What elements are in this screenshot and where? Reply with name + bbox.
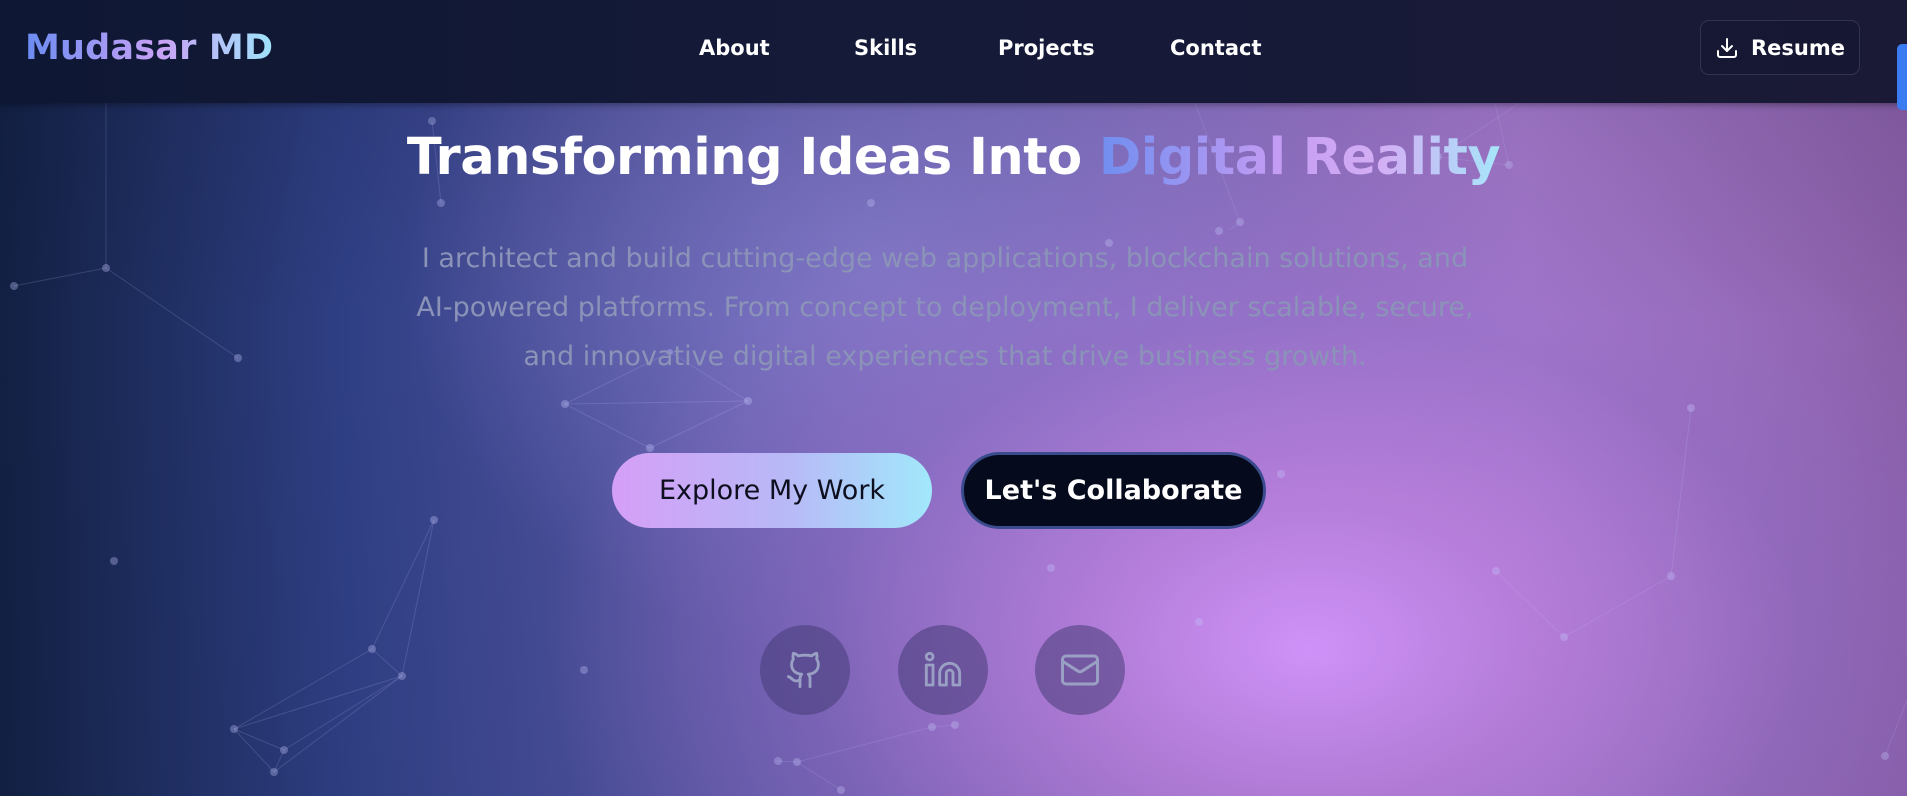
resume-label: Resume <box>1751 35 1845 60</box>
email-link[interactable] <box>1035 625 1125 715</box>
hero-description: I architect and build cutting-edge web a… <box>416 243 1474 372</box>
linkedin-link[interactable] <box>898 625 988 715</box>
resume-button[interactable]: Resume <box>1700 20 1860 75</box>
nav-link-projects[interactable]: Projects <box>998 36 1095 60</box>
explore-work-button[interactable]: Explore My Work <box>612 453 932 528</box>
nav-link-about[interactable]: About <box>699 36 770 60</box>
hero-headline: Transforming Ideas Into Digital Reality <box>0 128 1907 187</box>
collaborate-button[interactable]: Let's Collaborate <box>961 452 1266 529</box>
linkedin-icon <box>924 651 962 687</box>
nav-links: About Skills Projects Contact <box>0 36 1907 66</box>
github-link[interactable] <box>760 625 850 715</box>
headline-plain: Transforming Ideas Into <box>406 128 1099 187</box>
headline-highlight: Digital Reality <box>1098 128 1501 187</box>
scrollbar-thumb[interactable] <box>1897 44 1907 110</box>
download-icon <box>1717 37 1737 58</box>
hero-section: Transforming Ideas Into Digital Reality … <box>0 0 1907 796</box>
github-icon <box>786 651 820 689</box>
nav-link-skills[interactable]: Skills <box>854 36 917 60</box>
top-navbar: Mudasar MD About Skills Projects Contact… <box>0 0 1907 103</box>
mail-icon <box>1061 654 1099 686</box>
nav-link-contact[interactable]: Contact <box>1170 36 1262 60</box>
